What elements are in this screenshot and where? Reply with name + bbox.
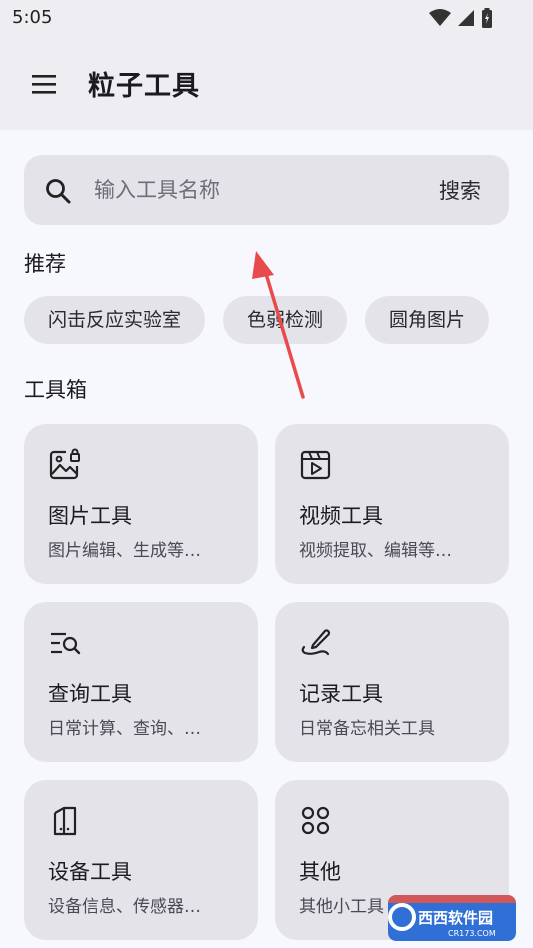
card-title: 设备工具 bbox=[48, 860, 132, 884]
search-bar[interactable]: 搜索 bbox=[24, 155, 509, 225]
svg-text:西西软件园: 西西软件园 bbox=[418, 909, 493, 927]
pen-icon bbox=[301, 629, 331, 656]
card-desc: 图片编辑、生成等… bbox=[48, 541, 201, 561]
card-title: 查询工具 bbox=[48, 682, 132, 706]
app-title: 粒子工具 bbox=[88, 71, 200, 102]
tool-card-record[interactable]: 记录工具 日常备忘相关工具 bbox=[275, 602, 509, 762]
card-title: 图片工具 bbox=[48, 504, 132, 528]
status-icons bbox=[429, 8, 493, 28]
tool-card-video[interactable]: 视频工具 视频提取、编辑等… bbox=[275, 424, 509, 584]
grid-dots-icon bbox=[301, 806, 330, 835]
chip-flash-reaction-lab[interactable]: 闪击反应实验室 bbox=[24, 296, 206, 344]
tool-card-device[interactable]: 设备工具 设备信息、传感器… bbox=[24, 780, 258, 940]
battery-icon bbox=[482, 8, 492, 28]
annotation-arrow-icon bbox=[252, 251, 305, 399]
card-title: 其他 bbox=[299, 860, 341, 884]
search-input[interactable] bbox=[94, 169, 414, 211]
app-bar: 粒子工具 bbox=[0, 36, 533, 130]
card-desc: 设备信息、传感器… bbox=[48, 897, 201, 917]
card-desc: 日常备忘相关工具 bbox=[299, 719, 435, 739]
svg-text:CR173.COM: CR173.COM bbox=[448, 929, 496, 938]
tool-card-image[interactable]: 图片工具 图片编辑、生成等… bbox=[24, 424, 258, 584]
watermark-logo: 西西软件园 CR173.COM bbox=[388, 895, 516, 941]
image-icon bbox=[49, 448, 80, 480]
status-bar: 5:05 bbox=[0, 0, 533, 36]
search-list-icon bbox=[51, 632, 81, 655]
card-title: 记录工具 bbox=[299, 682, 383, 706]
recommended-heading: 推荐 bbox=[24, 252, 66, 276]
chip-rounded-image[interactable]: 圆角图片 bbox=[365, 296, 490, 344]
tool-card-query[interactable]: 查询工具 日常计算、查询、… bbox=[24, 602, 258, 762]
menu-button[interactable] bbox=[24, 66, 64, 102]
wifi-icon bbox=[429, 9, 451, 26]
toolbox-heading: 工具箱 bbox=[24, 378, 87, 402]
card-title: 视频工具 bbox=[299, 504, 383, 528]
card-desc: 视频提取、编辑等… bbox=[299, 541, 452, 561]
hamburger-menu-icon bbox=[32, 75, 56, 94]
status-time: 5:05 bbox=[12, 7, 53, 28]
device-icon bbox=[53, 806, 77, 836]
search-icon bbox=[46, 179, 71, 204]
search-button[interactable]: 搜索 bbox=[439, 175, 481, 205]
signal-icon bbox=[458, 10, 474, 26]
video-icon bbox=[300, 450, 331, 480]
card-desc: 日常计算、查询、… bbox=[48, 719, 201, 739]
